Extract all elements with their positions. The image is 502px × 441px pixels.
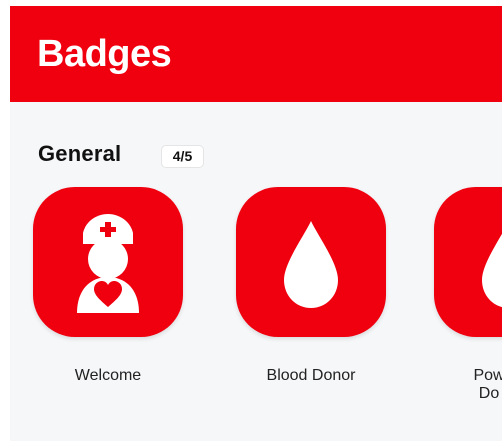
badge-card-power-donor[interactable]: Pow Do <box>434 187 502 407</box>
section-count-badge: 4/5 <box>161 145 204 168</box>
badge-label-blood-donor: Blood Donor <box>266 367 356 384</box>
blood-drop-icon <box>284 221 338 308</box>
badge-label-welcome: Welcome <box>74 367 142 384</box>
badge-tile-welcome <box>33 187 183 337</box>
page-title: Badges <box>37 33 172 75</box>
badge-tile-blood-donor <box>236 187 386 337</box>
badge-tile-power-donor <box>434 187 502 337</box>
badge-card-blood-donor[interactable]: Blood Donor <box>236 187 406 407</box>
app-header: Badges <box>10 6 502 102</box>
nurse-heart-icon <box>77 214 139 313</box>
badge-label-power-donor: Pow Do <box>473 367 502 402</box>
badge-card-welcome[interactable]: Welcome <box>33 187 203 407</box>
blood-drop-icon <box>482 233 502 307</box>
section-title: General <box>38 141 122 166</box>
badges-screen: Badges General 4/5 Welcome Blood Donor P… <box>10 6 502 441</box>
